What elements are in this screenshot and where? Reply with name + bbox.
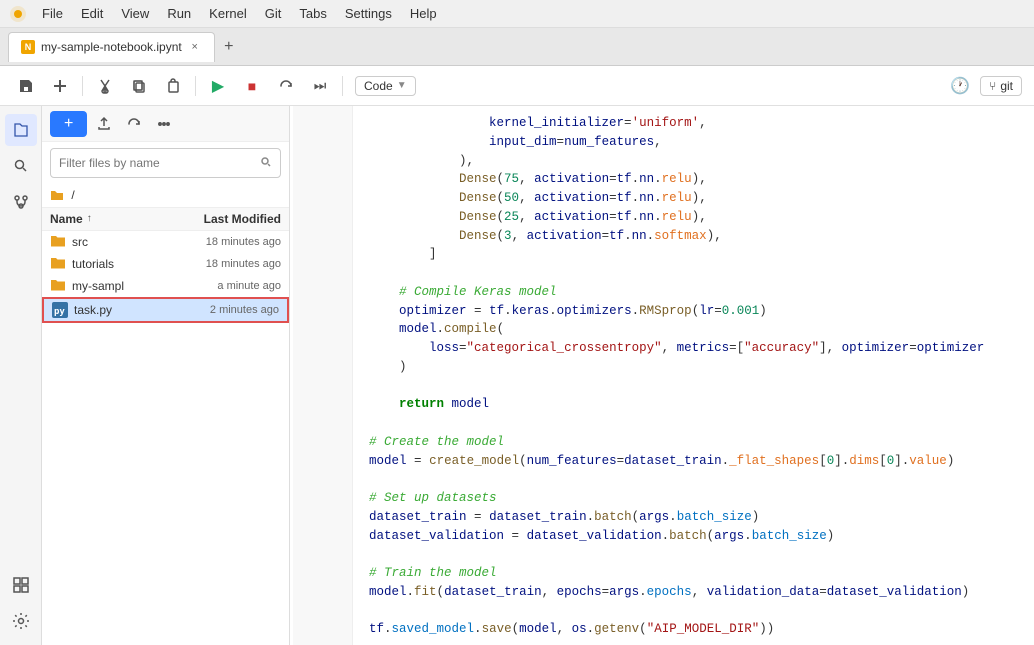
copy-button[interactable]: [125, 72, 153, 100]
file-panel-toolbar: +: [42, 106, 289, 142]
file-list: src 18 minutes ago tutorials 18 minutes …: [42, 231, 289, 645]
sidebar-item-search[interactable]: [5, 150, 37, 182]
file-item-modified: 18 minutes ago: [161, 258, 281, 270]
menu-run[interactable]: Run: [159, 4, 199, 23]
upload-button[interactable]: [91, 111, 117, 137]
git-icon: ⑂: [989, 79, 996, 93]
menu-tabs[interactable]: Tabs: [291, 4, 334, 23]
sidebar-icon-bar: [0, 106, 42, 645]
notebook-tab-close[interactable]: ×: [188, 40, 202, 54]
menu-view[interactable]: View: [113, 4, 157, 23]
python-file-icon: py: [52, 302, 68, 318]
kernel-type-label: Code: [364, 79, 393, 93]
breadcrumb-path: /: [71, 188, 74, 202]
menu-git[interactable]: Git: [257, 4, 290, 23]
add-tab-button[interactable]: +: [217, 35, 241, 59]
toolbar-separator-1: [82, 76, 83, 96]
kernel-type-dropdown[interactable]: Code ▼: [355, 76, 416, 96]
file-item-modified: a minute ago: [161, 280, 281, 292]
list-item[interactable]: my-sampl a minute ago: [42, 275, 289, 297]
file-item-name: task.py: [74, 303, 159, 317]
breadcrumb: /: [42, 184, 289, 208]
notebook-toolbar: ▶ ■ ⏭ Code ▼ 🕐 ⑂ git: [0, 66, 1034, 106]
sidebar-item-git[interactable]: [5, 186, 37, 218]
code-cell: kernel_initializer='uniform', input_dim=…: [290, 106, 1034, 645]
sort-arrow-icon: ↑: [87, 213, 92, 224]
toolbar-separator-2: [195, 76, 196, 96]
sidebar-item-extensions[interactable]: [5, 569, 37, 601]
add-cell-button[interactable]: [46, 72, 74, 100]
menu-help[interactable]: Help: [402, 4, 445, 23]
sidebar-item-settings[interactable]: [5, 605, 37, 637]
code-editor[interactable]: kernel_initializer='uniform', input_dim=…: [290, 106, 1034, 645]
menu-file[interactable]: File: [34, 4, 71, 23]
file-item-name: src: [72, 235, 161, 249]
restart-button[interactable]: [272, 72, 300, 100]
paste-button[interactable]: [159, 72, 187, 100]
git-label: git: [1000, 79, 1013, 93]
menu-edit[interactable]: Edit: [73, 4, 111, 23]
folder-icon: [50, 278, 66, 294]
search-container: [50, 148, 281, 178]
search-input[interactable]: [59, 156, 256, 170]
cell-body[interactable]: kernel_initializer='uniform', input_dim=…: [353, 106, 1034, 645]
cell-execution-count: [293, 106, 353, 645]
menubar: File Edit View Run Kernel Git Tabs Setti…: [0, 0, 1034, 28]
file-item-modified: 18 minutes ago: [161, 236, 281, 248]
new-file-button[interactable]: +: [50, 111, 87, 137]
list-item[interactable]: src 18 minutes ago: [42, 231, 289, 253]
fast-forward-button[interactable]: ⏭: [306, 72, 334, 100]
new-file-plus-icon: +: [64, 115, 73, 133]
notebook-tab[interactable]: N my-sample-notebook.ipynt ×: [8, 32, 215, 62]
app-logo: [8, 4, 28, 24]
file-item-modified: 2 minutes ago: [159, 304, 279, 316]
file-table-header: Name ↑ Last Modified: [42, 208, 289, 231]
clock-icon[interactable]: 🕐: [946, 72, 974, 100]
file-item-name: my-sampl: [72, 279, 161, 293]
folder-icon: [50, 234, 66, 250]
column-modified-header[interactable]: Last Modified: [161, 212, 281, 226]
column-name-header[interactable]: Name ↑: [50, 212, 161, 226]
refresh-button[interactable]: [121, 111, 147, 137]
code-panel: kernel_initializer='uniform', input_dim=…: [290, 106, 1034, 645]
run-cell-button[interactable]: ▶: [204, 72, 232, 100]
git-button[interactable]: ⑂ git: [980, 76, 1022, 96]
tabbar: N my-sample-notebook.ipynt × +: [0, 28, 1034, 66]
svg-text:py: py: [54, 307, 65, 317]
sidebar-item-files[interactable]: [5, 114, 37, 146]
file-panel: + / Name: [42, 106, 290, 645]
more-options-button[interactable]: [151, 111, 177, 137]
kernel-dropdown-chevron: ▼: [397, 80, 407, 91]
search-icon: [260, 156, 272, 171]
menu-kernel[interactable]: Kernel: [201, 4, 255, 23]
cut-button[interactable]: [91, 72, 119, 100]
folder-icon: [50, 188, 67, 202]
main-area: + / Name: [0, 106, 1034, 645]
toolbar-separator-3: [342, 76, 343, 96]
toolbar-right-section: 🕐 ⑂ git: [946, 72, 1022, 100]
notebook-tab-icon: N: [21, 40, 35, 54]
menu-settings[interactable]: Settings: [337, 4, 400, 23]
notebook-tab-label: my-sample-notebook.ipynt: [41, 40, 182, 54]
folder-icon: [50, 256, 66, 272]
save-button[interactable]: [12, 72, 40, 100]
list-item[interactable]: tutorials 18 minutes ago: [42, 253, 289, 275]
list-item-selected[interactable]: py task.py 2 minutes ago: [42, 297, 289, 323]
stop-button[interactable]: ■: [238, 72, 266, 100]
file-item-name: tutorials: [72, 257, 161, 271]
